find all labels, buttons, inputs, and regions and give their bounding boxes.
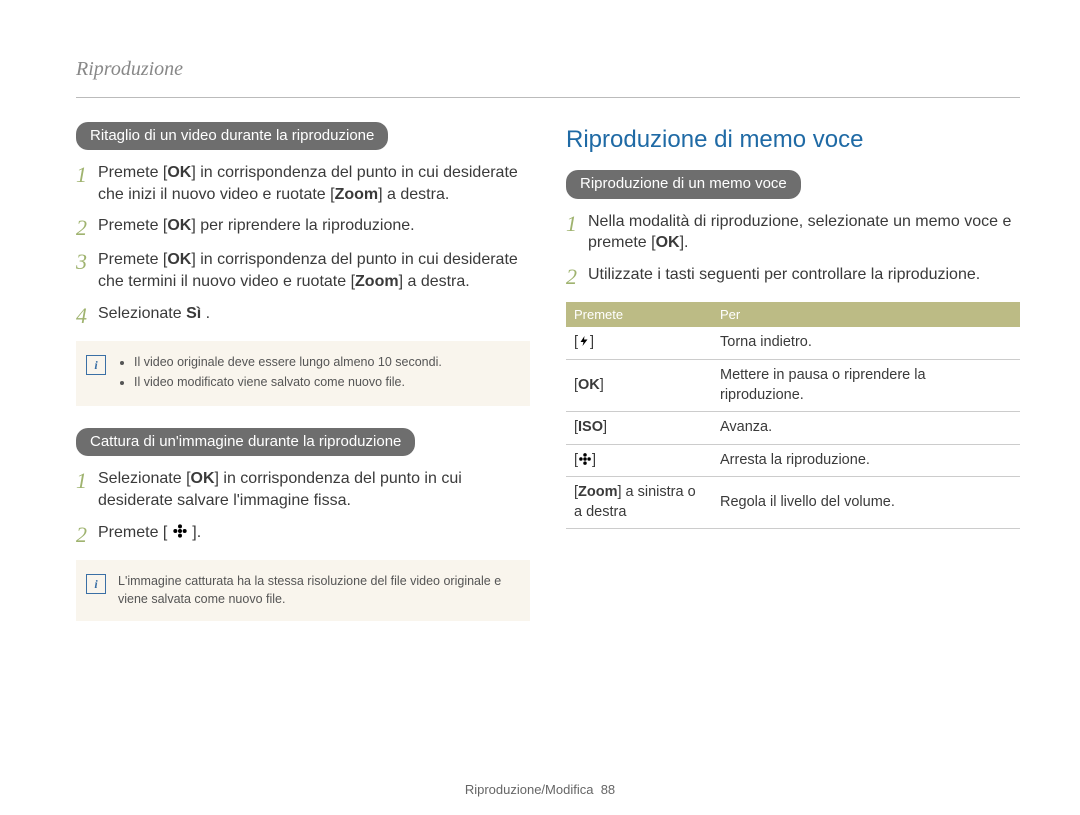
ok-icon: OK	[656, 234, 680, 251]
list-item: Utilizzate i tasti seguenti per controll…	[566, 264, 1020, 288]
steps-capture: Selezionate [OK] in corrispondenza del p…	[76, 468, 530, 545]
info-icon: i	[86, 355, 106, 375]
page-footer: Riproduzione/Modifica 88	[0, 781, 1080, 799]
text: Selezionate	[98, 305, 186, 322]
steps-memo: Nella modalità di riproduzione, selezion…	[566, 211, 1020, 288]
text: Premete [	[98, 251, 167, 268]
table-row: [] Arresta la riproduzione.	[566, 444, 1020, 477]
pill-capture-image: Cattura di un'immagine durante la riprod…	[76, 428, 415, 456]
note-capture: i L'immagine catturata ha la stessa riso…	[76, 560, 530, 622]
text: Utilizzate i tasti seguenti per controll…	[588, 266, 980, 283]
footer-label: Riproduzione/Modifica	[465, 782, 594, 797]
chapter-head: Riproduzione	[76, 56, 1020, 83]
text: Nella modalità di riproduzione, selezion…	[588, 213, 1011, 252]
iso-icon: ISO	[578, 419, 603, 435]
list-item: Selezionate Sì .	[76, 303, 530, 327]
right-column: Riproduzione di memo voce Riproduzione d…	[566, 122, 1020, 643]
ok-icon: OK	[167, 251, 191, 268]
pill-play-memo: Riproduzione di un memo voce	[566, 170, 801, 198]
desc: Regola il livello del volume.	[712, 477, 1020, 529]
list-item: Selezionate [OK] in corrispondenza del p…	[76, 468, 530, 511]
note-item: Il video originale deve essere lungo alm…	[134, 353, 442, 372]
ok-icon: OK	[167, 217, 191, 234]
table-row: [Zoom] a sinistra o a destra Regola il l…	[566, 477, 1020, 529]
text: Premete [	[98, 164, 167, 181]
key-iso: [ISO]	[566, 412, 712, 445]
key-zoom: [Zoom] a sinistra o a destra	[566, 477, 712, 529]
text: ] per riprendere la riproduzione.	[191, 217, 414, 234]
desc: Torna indietro.	[712, 327, 1020, 359]
section-title: Riproduzione di memo voce	[566, 124, 1020, 156]
steps-trim: Premete [OK] in corrispondenza del punto…	[76, 162, 530, 326]
flower-icon	[167, 524, 192, 541]
text: ].	[680, 234, 689, 251]
text: Sì	[186, 305, 201, 322]
desc: Avanza.	[712, 412, 1020, 445]
info-icon: i	[86, 574, 106, 594]
table-row: [OK] Mettere in pausa o riprendere la ri…	[566, 359, 1020, 411]
text: ] a destra.	[378, 186, 449, 203]
text: Premete [	[98, 524, 167, 541]
text: .	[201, 305, 210, 322]
footer-page: 88	[601, 782, 615, 797]
key-ok: [OK]	[566, 359, 712, 411]
note-text: L'immagine catturata ha la stessa risolu…	[118, 572, 516, 610]
text: Premete [	[98, 217, 167, 234]
list-item: Premete [OK] in corrispondenza del punto…	[76, 249, 530, 292]
text: ].	[192, 524, 201, 541]
table-row: [] Torna indietro.	[566, 327, 1020, 359]
ok-icon: OK	[191, 470, 215, 487]
left-column: Ritaglio di un video durante la riproduz…	[76, 122, 530, 643]
ok-icon: OK	[167, 164, 191, 181]
note-trim: i Il video originale deve essere lungo a…	[76, 341, 530, 407]
th-premete: Premete	[566, 302, 712, 328]
list-item: Nella modalità di riproduzione, selezion…	[566, 211, 1020, 254]
text: ] a destra.	[399, 273, 470, 290]
note-item: Il video modificato viene salvato come n…	[134, 373, 442, 392]
divider	[76, 97, 1020, 98]
th-per: Per	[712, 302, 1020, 328]
text: Selezionate [	[98, 470, 191, 487]
list-item: Premete [OK] per riprendere la riproduzi…	[76, 215, 530, 239]
list-item: Premete [OK] in corrispondenza del punto…	[76, 162, 530, 205]
desc: Arresta la riproduzione.	[712, 444, 1020, 477]
text: Zoom	[335, 186, 379, 203]
desc: Mettere in pausa o riprendere la riprodu…	[712, 359, 1020, 411]
controls-table: Premete Per [] Torna indietro. [OK] Mett…	[566, 302, 1020, 529]
key-flash: []	[566, 327, 712, 359]
list-item: Premete [ ].	[76, 522, 530, 546]
table-row: [ISO] Avanza.	[566, 412, 1020, 445]
pill-trim-video: Ritaglio di un video durante la riproduz…	[76, 122, 388, 150]
text: Zoom	[355, 273, 399, 290]
ok-icon: OK	[578, 377, 600, 393]
key-flower: []	[566, 444, 712, 477]
